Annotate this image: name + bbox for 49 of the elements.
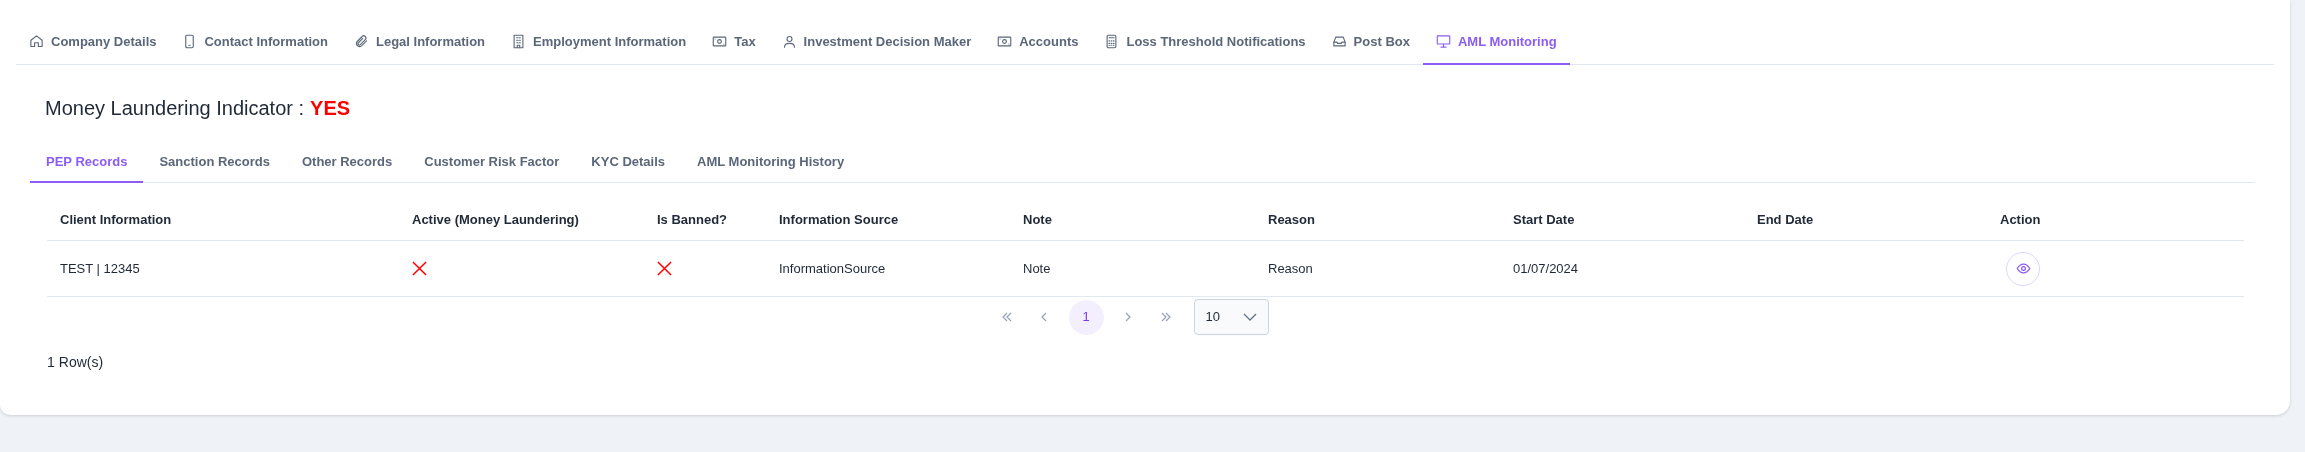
- table-cell-text: TEST | 12345: [60, 259, 140, 278]
- table-cell-text: Reason: [1268, 259, 1313, 278]
- table-cell-text: 01/07/2024: [1513, 259, 1579, 278]
- sub-tab[interactable]: Customer Risk Factor: [408, 143, 576, 183]
- sub-tab[interactable]: PEP Records: [30, 143, 144, 183]
- table-cell-text: Note: [1023, 259, 1051, 278]
- paperclip-icon: [354, 34, 369, 49]
- monitor-icon: [1435, 34, 1451, 49]
- indicator-value: YES: [310, 96, 351, 121]
- building-icon: [511, 34, 527, 49]
- page-size-select[interactable]: 10: [1193, 299, 1269, 335]
- tab[interactable]: Company Details: [16, 20, 170, 65]
- tab[interactable]: Loss Threshold Notifications: [1091, 20, 1319, 65]
- column-header: Client Information: [59, 210, 173, 229]
- sub-tab[interactable]: Other Records: [285, 143, 409, 183]
- column-header: Is Banned?: [657, 210, 729, 229]
- column-header: Start Date: [1513, 210, 1576, 229]
- sub-tab[interactable]: AML Monitoring History: [681, 143, 861, 183]
- double-chevron-icon: [1159, 311, 1172, 323]
- banknote-icon: [712, 34, 728, 49]
- tab[interactable]: Accounts: [984, 20, 1092, 65]
- column-header: Reason: [1268, 210, 1316, 229]
- column-header: Action: [2000, 210, 2042, 229]
- tab[interactable]: AML Monitoring: [1422, 20, 1570, 65]
- calculator-icon: [1104, 34, 1120, 49]
- row-count: 1: [47, 353, 55, 372]
- indicator-label: Money Laundering Indicator :: [45, 96, 305, 121]
- caret-icon: [1242, 313, 1257, 321]
- home-icon: [29, 34, 44, 49]
- double-chevron-icon: [1000, 311, 1013, 323]
- page-button[interactable]: 1: [1068, 299, 1104, 335]
- sub-tab[interactable]: KYC Details: [575, 143, 682, 183]
- tab[interactable]: Tax: [699, 20, 769, 65]
- user-icon: [781, 34, 797, 49]
- table-cell-text: InformationSource: [779, 259, 886, 278]
- row-count-label: Row(s): [58, 353, 104, 372]
- eye-icon: [2015, 261, 2031, 276]
- column-header: Information Source: [779, 210, 900, 229]
- banknote-icon: [997, 34, 1013, 49]
- column-header: End Date: [1757, 210, 1815, 229]
- tab[interactable]: Contact Information: [169, 20, 341, 65]
- tab[interactable]: Post Box: [1318, 20, 1423, 65]
- tab[interactable]: Legal Information: [341, 20, 499, 65]
- column-header: Note: [1023, 210, 1053, 229]
- inbox-icon: [1331, 34, 1347, 49]
- column-header: Active (Money Laundering): [412, 210, 580, 229]
- tab[interactable]: Employment Information: [498, 20, 700, 65]
- sub-tab[interactable]: Sanction Records: [143, 143, 286, 183]
- tab[interactable]: Investment Decision Maker: [768, 20, 985, 65]
